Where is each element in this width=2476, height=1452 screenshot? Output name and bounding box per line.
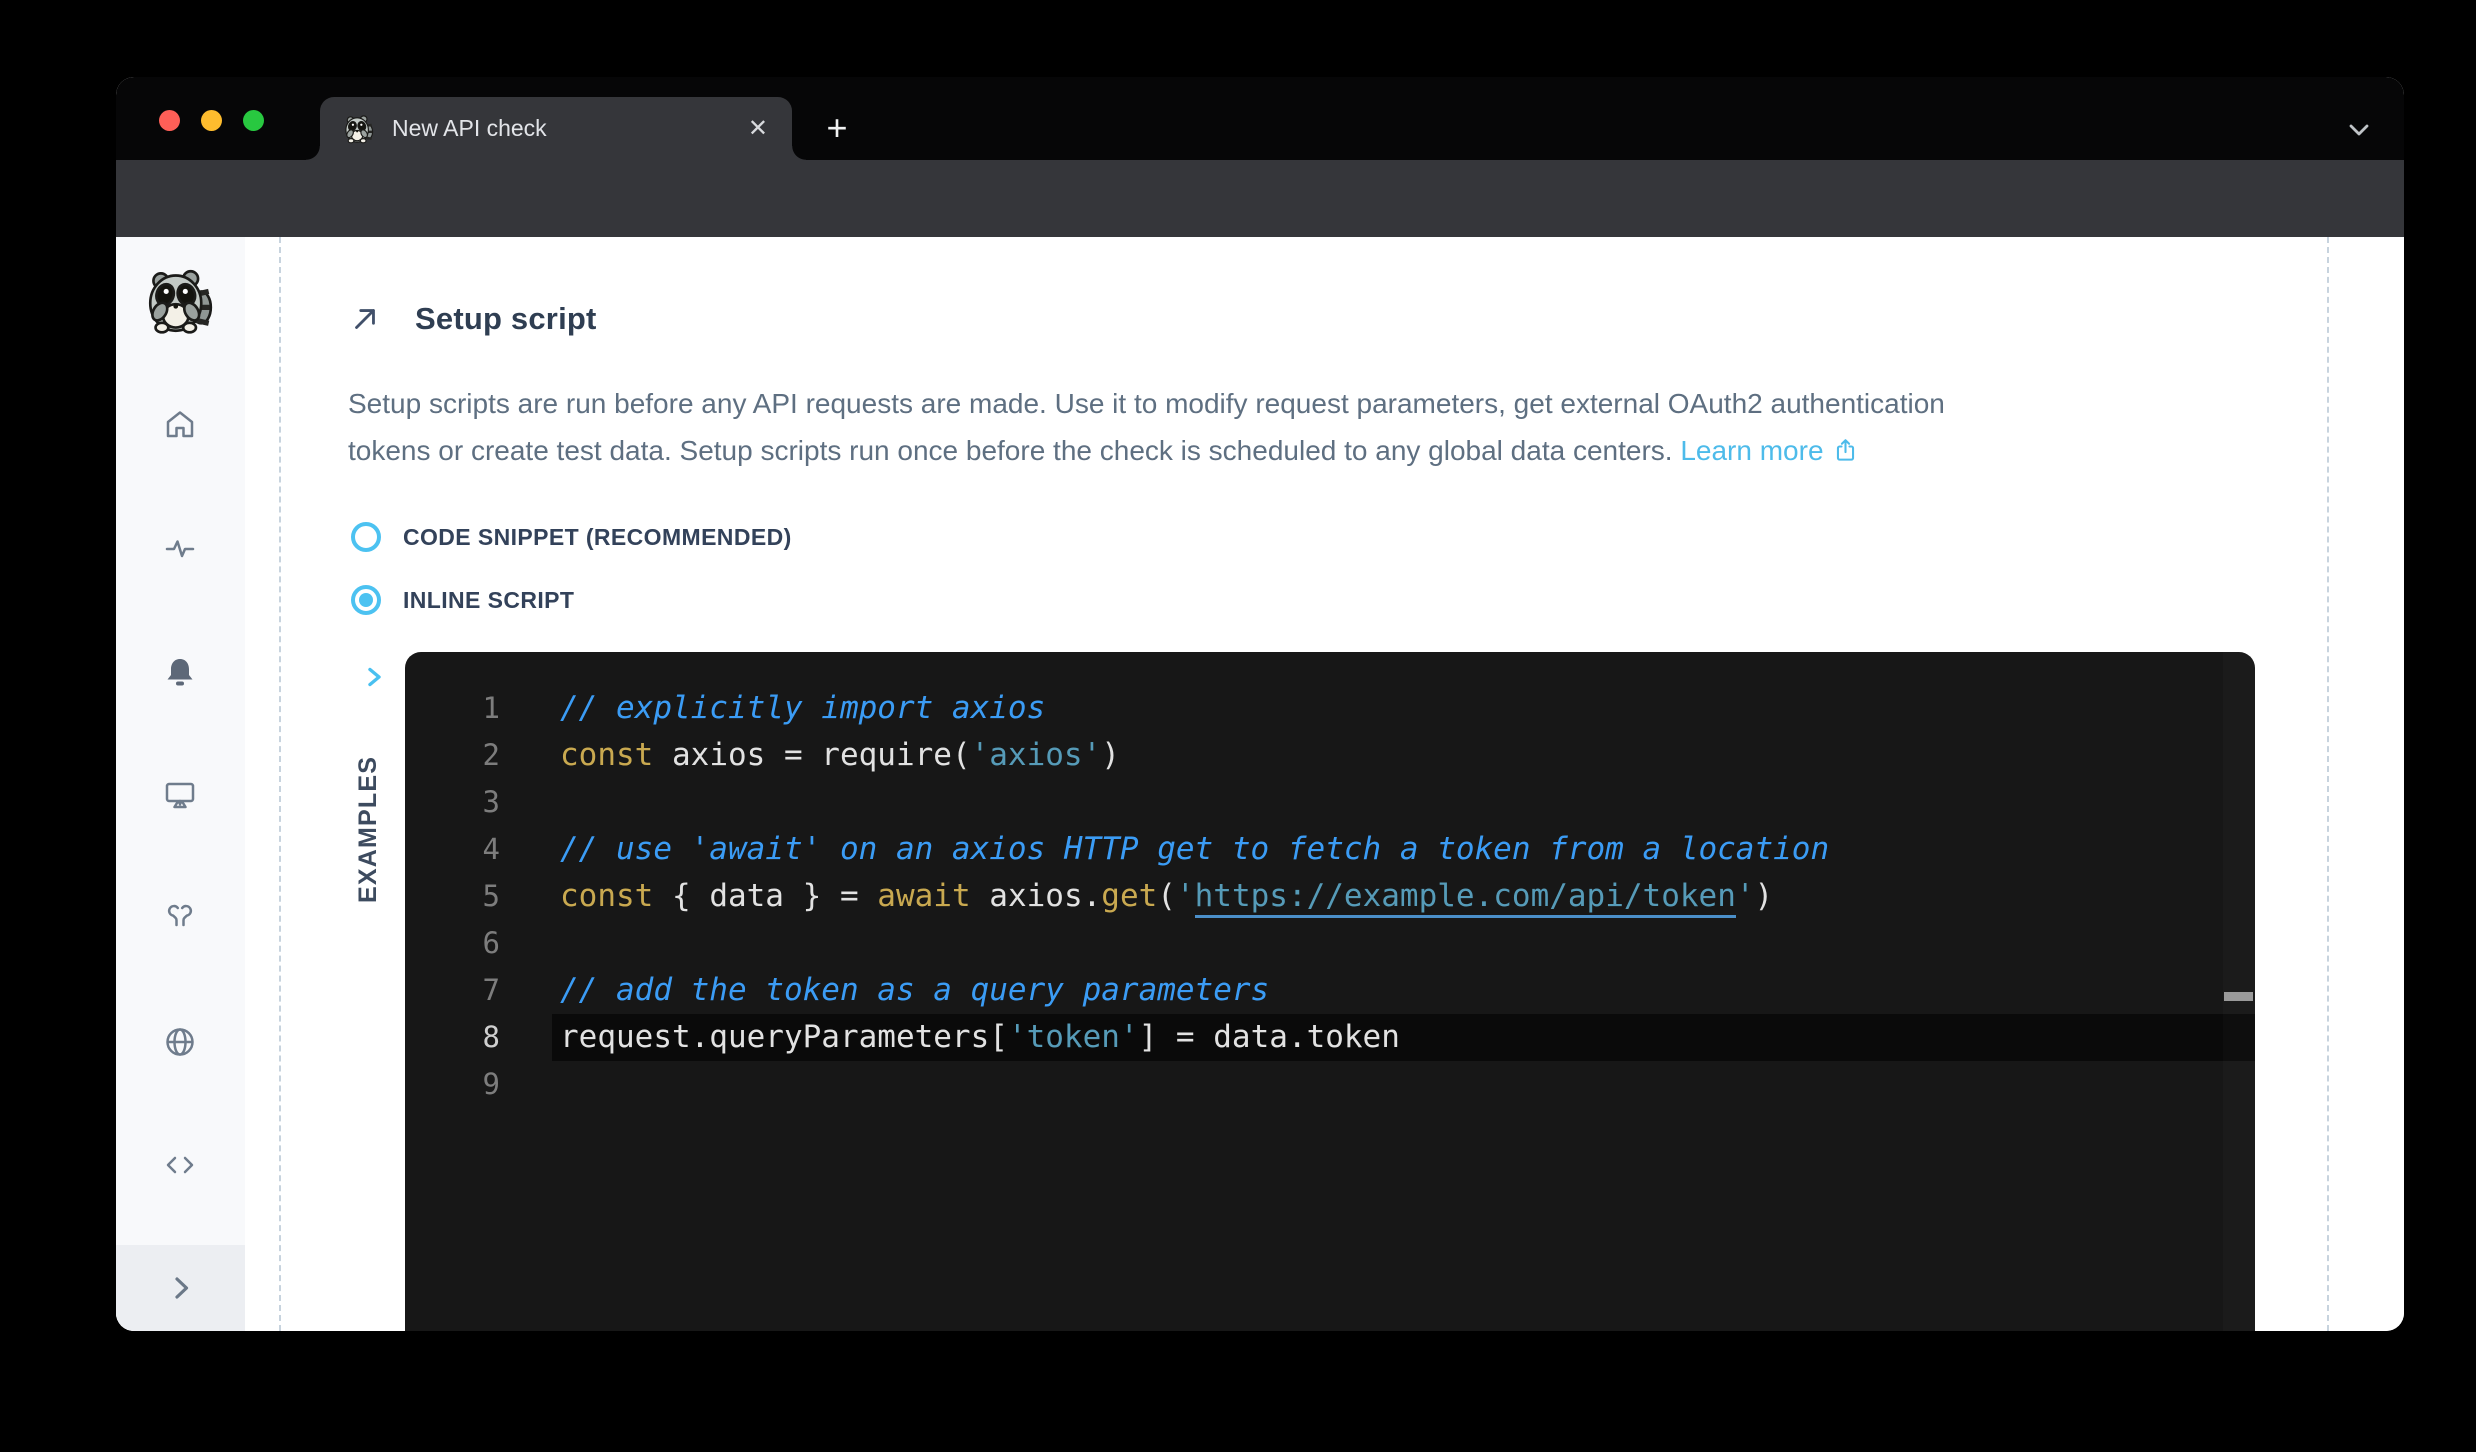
sidebar-item-activity[interactable]: [163, 531, 197, 565]
browser-window: New API check ✕ + app.checklyhq.com/chec…: [116, 77, 2404, 1331]
content-guide-right: [2327, 237, 2329, 1331]
tab-close-icon[interactable]: ✕: [748, 117, 768, 141]
arrow-up-right-icon: [349, 303, 381, 335]
setup-script-description: Setup scripts are run before any API req…: [348, 380, 2288, 474]
line-number: 1: [405, 685, 500, 732]
line-number: 3: [405, 779, 500, 826]
sidebar-item-snippets[interactable]: [163, 1148, 197, 1182]
sidebar-item-alerts[interactable]: [163, 655, 197, 689]
line-number: 9: [405, 1061, 500, 1108]
tab-examples[interactable]: EXAMPLES: [354, 713, 383, 903]
sidebar-item-home[interactable]: [163, 408, 197, 442]
sidebar-expand-button[interactable]: [116, 1245, 245, 1331]
content-guide-left: [279, 237, 281, 1331]
code-line: request.queryParameters['token'] = data.…: [552, 1014, 2255, 1061]
radio-inline-script[interactable]: [351, 585, 381, 615]
monitor-icon: [167, 784, 193, 807]
chevron-right-icon: [164, 1271, 198, 1305]
globe-icon: [168, 1030, 193, 1055]
zoom-window-button[interactable]: [243, 110, 264, 131]
tab-strip: New API check ✕ +: [116, 77, 2404, 160]
radio-label[interactable]: CODE SNIPPET (RECOMMENDED): [403, 524, 792, 551]
code-line: // use 'await' on an axios HTTP get to f…: [552, 826, 2255, 873]
editor-gutter: 123456789: [405, 685, 500, 1108]
code-line: [552, 779, 2255, 826]
examples-expand-chevron-icon[interactable]: [360, 663, 388, 691]
description-line: tokens or create test data. Setup script…: [348, 435, 1673, 466]
code-icon: [168, 1158, 192, 1172]
code-line: const { data } = await axios.get('https:…: [552, 873, 2255, 920]
browser-tab[interactable]: New API check ✕: [320, 97, 792, 160]
option-inline-script[interactable]: INLINE SCRIPT: [351, 585, 574, 615]
code-line: const axios = require('axios'): [552, 732, 2255, 779]
wrench-icon: [169, 906, 191, 925]
code-line: // add the token as a query parameters: [552, 967, 2255, 1014]
new-tab-button[interactable]: +: [818, 109, 856, 147]
line-number: 6: [405, 920, 500, 967]
sidebar-item-maintenance[interactable]: [163, 901, 197, 935]
code-line: [552, 1061, 2255, 1108]
activity-pulse-icon: [167, 542, 193, 557]
chevron-down-icon[interactable]: [2342, 113, 2376, 147]
editor-scrollbar[interactable]: [2223, 652, 2255, 1331]
code-editor[interactable]: 123456789 // explicitly import axioscons…: [405, 652, 2255, 1331]
bell-icon: [168, 659, 193, 686]
editor-code[interactable]: // explicitly import axiosconst axios = …: [552, 685, 2255, 1108]
close-window-button[interactable]: [159, 110, 180, 131]
option-code-snippet[interactable]: CODE SNIPPET (RECOMMENDED): [351, 522, 792, 552]
code-line: // explicitly import axios: [552, 685, 2255, 732]
learn-more-link[interactable]: Learn more: [1680, 435, 1858, 466]
line-number: 8: [405, 1014, 500, 1061]
external-link-icon: [1832, 437, 1859, 464]
line-number: 4: [405, 826, 500, 873]
line-number: 7: [405, 967, 500, 1014]
minimize-window-button[interactable]: [201, 110, 222, 131]
browser-toolbar: app.checklyhq.com/checks/new/api: [116, 160, 2404, 237]
tab-title: New API check: [392, 115, 730, 142]
sidebar-item-dashboards[interactable]: [163, 778, 197, 812]
checkly-raccoon-logo[interactable]: [146, 267, 214, 335]
radio-label[interactable]: INLINE SCRIPT: [403, 587, 574, 614]
page-title: Setup script: [415, 301, 597, 337]
line-number: 5: [405, 873, 500, 920]
line-number: 2: [405, 732, 500, 779]
description-line: Setup scripts are run before any API req…: [348, 380, 2288, 427]
scrollbar-thumb[interactable]: [2224, 992, 2253, 1001]
sidebar-item-private-locations[interactable]: [163, 1025, 197, 1059]
radio-code-snippet[interactable]: [351, 522, 381, 552]
code-line: [552, 920, 2255, 967]
checkly-raccoon-favicon: [344, 114, 374, 144]
home-icon: [168, 413, 192, 437]
